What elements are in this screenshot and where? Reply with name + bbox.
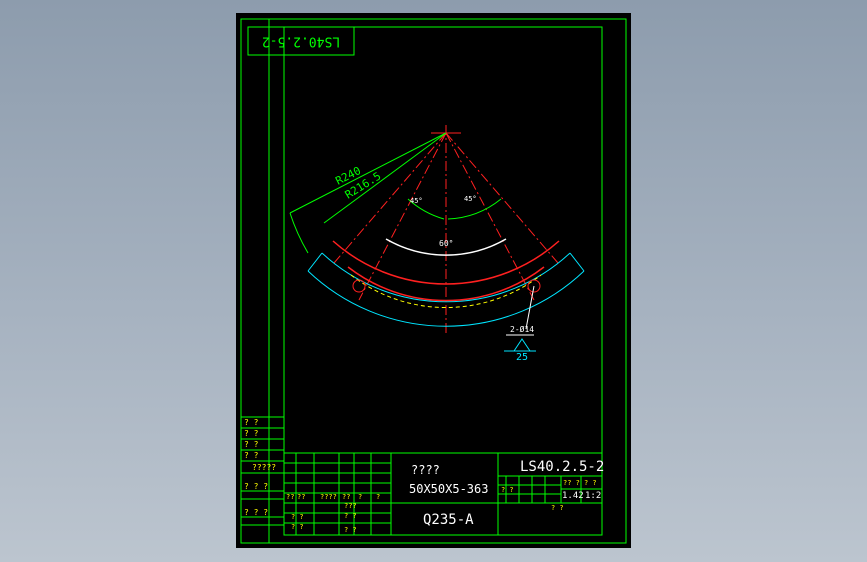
centerline-right (445, 132, 559, 264)
grid-header-2: ?? (297, 493, 305, 501)
outer-arc-end-right (569, 252, 585, 272)
left-strip-row-3: ? ? (244, 440, 259, 449)
hole-line-right (445, 132, 535, 301)
small-cell-1: ??? (344, 502, 357, 510)
angle-center-label: 60° (439, 239, 453, 248)
part-name: ???? (411, 463, 440, 477)
profile-spec: 50X50X5-363 (409, 482, 488, 496)
grid-header-5: ? (358, 493, 362, 501)
drawing-number: LS40.2.5-2 (520, 459, 604, 475)
grid-header-6: ? (376, 493, 380, 501)
left-strip-row-2: ? ? (244, 429, 259, 438)
angle-right-label: 45° (464, 195, 477, 203)
grid-header-3: ???? (320, 493, 337, 501)
scale-value: 1:2 (585, 491, 601, 501)
small-cell-2: ? ? (291, 513, 304, 521)
row-label-1: ? ? ? (244, 482, 268, 491)
left-strip-row-1: ? ? (244, 418, 259, 427)
drawing-sheet: LS40.2.5-2 ? ? ? ? ? ? ? ? ????? ? ? ? ?… (236, 13, 631, 548)
left-strip-row-4: ? ? (244, 451, 259, 460)
left-strip-row-5: ????? (252, 463, 276, 472)
grid-header-4: ?? (342, 493, 350, 501)
cad-drawing: LS40.2.5-2 ? ? ? ? ? ? ? ? ????? ? ? ? ?… (240, 18, 627, 544)
small-cell-5: ? ? (344, 526, 357, 534)
hole-callout: 2-Ø14 (510, 324, 534, 334)
small-cell-7: ? ? (551, 504, 564, 512)
outer-arc-end-left (307, 252, 323, 272)
small-cell-6: ? ? (501, 486, 514, 494)
small-cell-4: ? ? (344, 512, 357, 520)
grid-header-1: ?? (286, 493, 294, 501)
weight-label: ?? ? (563, 479, 580, 487)
radius-dim-arc (289, 212, 309, 254)
row-label-2: ? ? ? (244, 508, 268, 517)
small-cell-3: ? ? (291, 523, 304, 531)
scale-label: ? ? (584, 479, 597, 487)
surface-finish-icon (513, 338, 531, 352)
surface-finish-value: 25 (516, 352, 528, 363)
hole-left (352, 279, 366, 293)
weight-value: 1.42 (562, 491, 584, 501)
angle-left-label: 45° (410, 197, 423, 205)
material: Q235-A (423, 512, 474, 528)
outer-arc-bottom (307, 270, 585, 327)
rotated-drawing-number: LS40.2.5-2 (262, 34, 340, 49)
hole-line-left (358, 132, 447, 301)
